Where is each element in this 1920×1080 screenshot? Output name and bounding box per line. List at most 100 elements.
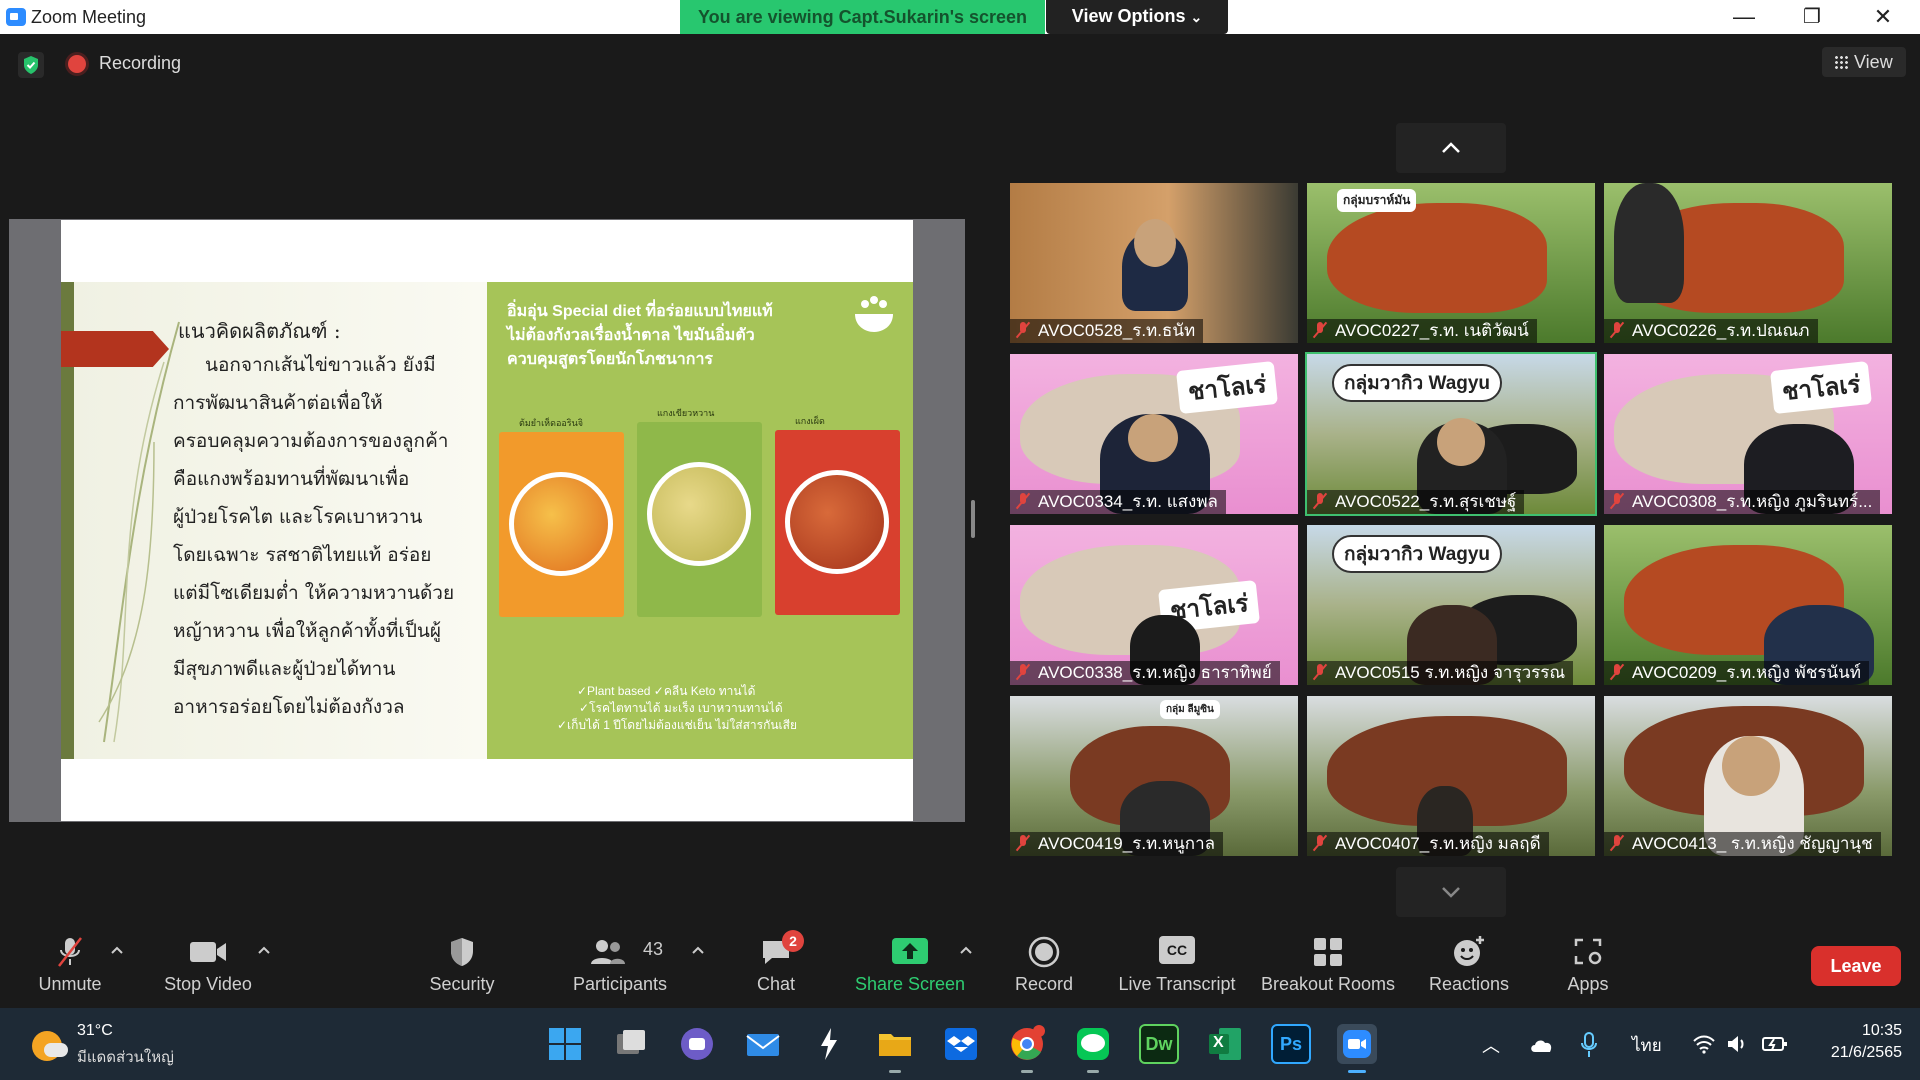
line-messenger-icon — [1077, 1028, 1109, 1060]
slide-body-line: มีสุขภาพดีและผู้ป่วยได้ทาน — [173, 658, 396, 680]
mail-app[interactable] — [743, 1024, 783, 1064]
participant-name-label: AVOC0308_ร.ท.หญิง ภูมรินทร์... — [1604, 490, 1881, 514]
video-tile[interactable]: กลุ่มวากิว Wagyu AVOC0515 ร.ท.หญิง จารุว… — [1307, 525, 1595, 685]
reactions-button[interactable]: Reactions — [1424, 922, 1514, 1008]
lightning-app[interactable] — [809, 1024, 849, 1064]
video-tile[interactable]: กลุ่ม ลีมูซิน AVOC0419_ร.ท.หนูกาล — [1010, 696, 1298, 856]
record-button[interactable]: Record — [1004, 922, 1084, 1008]
dreamweaver-app[interactable]: Dw — [1139, 1024, 1179, 1064]
dropbox-app[interactable] — [941, 1024, 981, 1064]
closed-caption-icon: CC — [1159, 936, 1195, 964]
slide-heading: แนวคิดผลิตภัณฑ์ : — [178, 319, 341, 343]
share-screen-button[interactable]: Share Screen — [852, 922, 968, 1008]
participant-name-label: AVOC0407_ร.ท.หญิง มลฤดี — [1307, 832, 1549, 856]
line-app[interactable] — [1073, 1024, 1113, 1073]
live-transcript-button[interactable]: CC Live Transcript — [1114, 922, 1240, 1008]
tray-overflow-chevron-icon[interactable]: ︿ — [1482, 1032, 1500, 1058]
weather-temperature[interactable]: 31°C — [77, 1022, 113, 1040]
participant-name: AVOC0419_ร.ท.หนูกาล — [1038, 834, 1216, 853]
participant-name-label: AVOC0528_ร.ท.ธนัท — [1010, 319, 1204, 343]
video-tile-active-speaker[interactable]: กลุ่มวากิว Wagyu AVOC0522_ร.ท.สุรเชษฐ์ — [1305, 352, 1597, 516]
meeting-toolbar: Unmute Stop Video Security 43 Participan… — [0, 922, 1920, 1008]
stop-video-button[interactable]: Stop Video — [158, 922, 258, 1008]
chevron-down-icon: ⌄ — [1190, 9, 1203, 25]
taskbar-clock[interactable]: 10:35 21/6/2565 — [1812, 1020, 1902, 1064]
weather-sun-cloud-icon[interactable] — [32, 1031, 68, 1061]
zoom-app-active[interactable] — [1337, 1024, 1377, 1073]
gallery-next-button[interactable] — [1396, 867, 1506, 917]
participants-button[interactable]: 43 Participants — [565, 922, 675, 1008]
video-tile[interactable]: AVOC0226_ร.ท.ปณณภ — [1604, 183, 1892, 343]
close-button[interactable]: ✕ — [1853, 2, 1913, 32]
video-tile[interactable]: กลุ่มบราห์มัน AVOC0227_ร.ท. เนติวัฒน์ — [1307, 183, 1595, 343]
soup-bowl-image — [509, 472, 613, 576]
stop-video-label: Stop Video — [164, 974, 252, 994]
maximize-button[interactable]: ❐ — [1782, 2, 1842, 32]
photoshop-app[interactable]: Ps — [1271, 1024, 1311, 1064]
participant-name: AVOC0209_ร.ท.หญิง พัชรนันท์ — [1632, 663, 1862, 682]
teams-chat-app[interactable] — [677, 1024, 717, 1064]
chat-button[interactable]: 2 Chat — [736, 922, 816, 1008]
chrome-app[interactable] — [1007, 1024, 1047, 1073]
mic-muted-icon — [1610, 322, 1624, 338]
task-view-button[interactable] — [611, 1024, 651, 1064]
view-options-button[interactable]: View Options ⌄ — [1046, 0, 1228, 34]
split-resize-handle[interactable] — [971, 500, 975, 538]
gallery-prev-button[interactable] — [1396, 123, 1506, 173]
onedrive-cloud-icon[interactable] — [1528, 1036, 1554, 1054]
group-sign: ชาโลเร่ — [1770, 360, 1873, 415]
slide-body-line: นอกจากเส้นไข่ขาวแล้ว ยังมี — [205, 354, 436, 376]
apps-button[interactable]: Apps — [1548, 922, 1628, 1008]
participants-options-caret-icon[interactable] — [691, 944, 705, 958]
video-tile[interactable]: AVOC0209_ร.ท.หญิง พัชรนันท์ — [1604, 525, 1892, 685]
battery-charging-icon[interactable] — [1762, 1034, 1788, 1054]
dropbox-icon — [945, 1028, 977, 1060]
excel-app[interactable]: X — [1205, 1024, 1245, 1064]
wifi-icon[interactable] — [1692, 1034, 1716, 1054]
audio-options-caret-icon[interactable] — [110, 944, 124, 958]
video-tile[interactable]: ชาโลเร่ AVOC0334_ร.ท. แสงพล — [1010, 354, 1298, 514]
video-tile[interactable]: AVOC0528_ร.ท.ธนัท — [1010, 183, 1298, 343]
encryption-shield-icon[interactable] — [18, 52, 44, 78]
input-language-indicator[interactable]: ไทย — [1632, 1032, 1662, 1059]
slide-body-line: หญ้าหวาน เพื่อให้ลูกค้าทั้งที่เป็นผู้ — [173, 620, 442, 642]
mic-muted-icon — [1313, 493, 1327, 509]
unmute-label: Unmute — [38, 974, 102, 994]
zoom-logo-icon — [6, 8, 26, 26]
security-button[interactable]: Security — [420, 922, 504, 1008]
slide-product-panel: อิ่มอุ่น Special diet ที่อร่อยแบบไทยแท้ … — [487, 282, 913, 759]
bowl-logo-icon — [855, 296, 893, 332]
chevron-down-icon — [1442, 887, 1460, 898]
slide-body-line: คือแกงพร้อมทานที่พัฒนาเพื่อ — [173, 468, 410, 490]
running-indicator — [1021, 1070, 1033, 1073]
participant-name-label: AVOC0522_ร.ท.สุรเชษฐ์ — [1307, 490, 1525, 514]
live-transcript-label: Live Transcript — [1118, 974, 1236, 994]
view-button[interactable]: View — [1822, 47, 1906, 77]
share-options-caret-icon[interactable] — [959, 944, 973, 958]
video-tile[interactable]: AVOC0413_ ร.ท.หญิง ชัญญานุช — [1604, 696, 1892, 856]
participant-name-label: AVOC0226_ร.ท.ปณณภ — [1604, 319, 1818, 343]
share-screen-arrow-icon — [892, 938, 928, 964]
reactions-smiley-icon — [1454, 936, 1484, 966]
share-screen-label: Share Screen — [854, 974, 966, 994]
slide-body: นอกจากเส้นไข่ขาวแล้ว ยังมี การพัฒนาสินค้… — [173, 346, 473, 726]
unmute-button[interactable]: Unmute — [30, 922, 110, 1008]
video-tile[interactable]: ชาโลเร่ AVOC0308_ร.ท.หญิง ภูมรินทร์... — [1604, 354, 1892, 514]
video-tile[interactable]: AVOC0407_ร.ท.หญิง มลฤดี — [1307, 696, 1595, 856]
speaker-volume-icon[interactable] — [1726, 1034, 1748, 1054]
title-bar: Zoom Meeting You are viewing Capt.Sukari… — [0, 0, 1920, 34]
minimize-button[interactable]: — — [1714, 2, 1774, 32]
video-options-caret-icon[interactable] — [257, 944, 271, 958]
excel-icon — [1209, 1028, 1241, 1060]
microphone-muted-icon — [58, 937, 82, 967]
mail-envelope-icon — [746, 1034, 780, 1056]
start-button[interactable] — [545, 1024, 585, 1064]
video-tile[interactable]: ชาโลเร่ AVOC0338_ร.ท.หญิง ธาราทิพย์ — [1010, 525, 1298, 685]
slide-body-line: ผู้ป่วยโรคไต และโรคเบาหวาน — [173, 506, 423, 528]
group-sign: กลุ่มวากิว Wagyu — [1332, 364, 1503, 402]
breakout-rooms-button[interactable]: Breakout Rooms — [1258, 922, 1398, 1008]
microphone-tray-icon[interactable] — [1580, 1032, 1598, 1058]
product-pack-tomyum: ต้มยำเห็ดออรินจิ — [499, 418, 624, 617]
file-explorer-app[interactable] — [875, 1024, 915, 1073]
leave-meeting-button[interactable]: Leave — [1811, 946, 1901, 986]
